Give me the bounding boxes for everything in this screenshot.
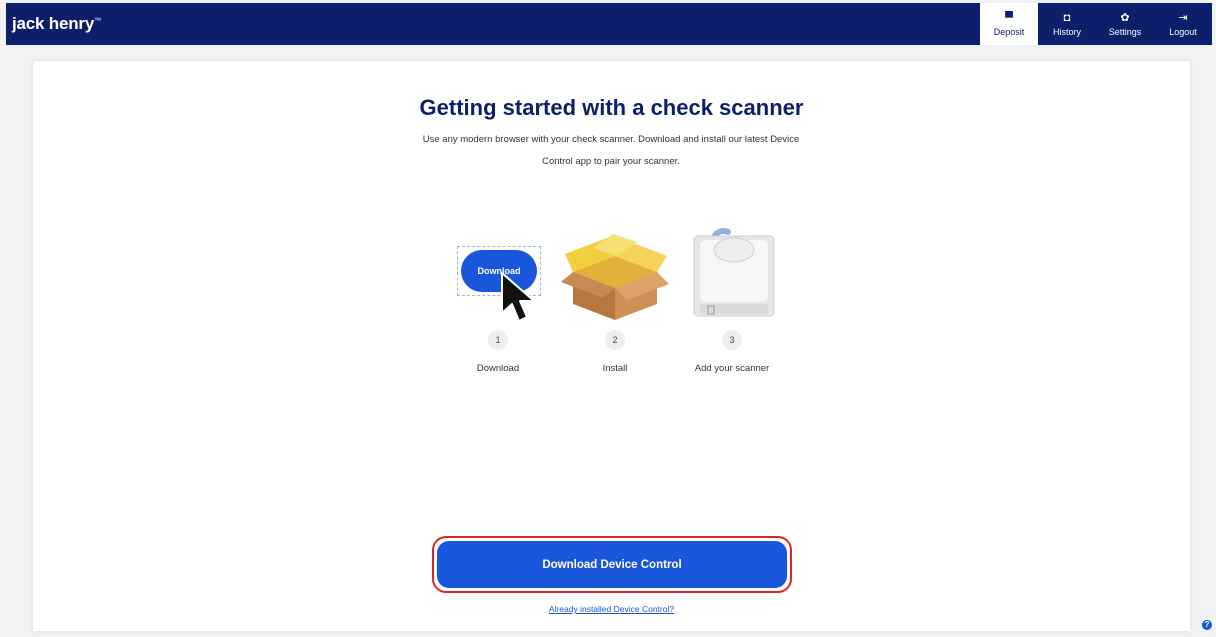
- step-label: Install: [602, 363, 628, 374]
- subtitle-line: Control app to pair your scanner.: [542, 156, 680, 167]
- brand-name: jack henry: [12, 14, 95, 33]
- trademark-mark: ™: [94, 17, 101, 25]
- nav-item-logout[interactable]: ⇥ Logout: [1154, 3, 1212, 45]
- mouse-cursor-icon: [501, 272, 535, 322]
- page-title: Getting started with a check scanner: [419, 95, 804, 120]
- step-label: Download: [476, 363, 520, 374]
- already-installed-link[interactable]: Already installed Device Control?: [549, 604, 674, 614]
- download-illustration: Download: [438, 226, 558, 322]
- cta-highlight: Download Device Control: [432, 536, 792, 593]
- top-navbar: jack henry™ ▀ Deposit ◘ History ✿ Settin…: [6, 3, 1212, 45]
- nav-item-history[interactable]: ◘ History: [1038, 3, 1096, 45]
- scanner-icon: ▀: [1005, 11, 1013, 24]
- history-icon: ◘: [1063, 11, 1071, 24]
- page-subtitle: Use any modern browser with your check s…: [391, 129, 831, 173]
- nav-menu: ▀ Deposit ◘ History ✿ Settings ⇥ Logout: [980, 3, 1212, 45]
- already-installed-row: Already installed Device Control?: [33, 599, 1190, 617]
- scanner-illustration: [672, 226, 792, 322]
- package-box-icon: [561, 234, 669, 320]
- nav-item-label: Deposit: [993, 26, 1025, 37]
- download-device-control-button[interactable]: Download Device Control: [437, 541, 787, 588]
- step-add-scanner: 3 Add your scanner: [672, 226, 792, 374]
- step-install: 2 Install: [555, 226, 675, 374]
- nav-item-label: History: [1052, 26, 1081, 37]
- logout-icon: ⇥: [1178, 11, 1188, 24]
- nav-item-label: Logout: [1169, 26, 1197, 37]
- main-card: Getting started with a check scanner Use…: [33, 61, 1190, 631]
- nav-item-settings[interactable]: ✿ Settings: [1096, 3, 1154, 45]
- brand-logo: jack henry™: [12, 14, 101, 34]
- help-icon[interactable]: ?: [1202, 620, 1212, 630]
- nav-item-deposit[interactable]: ▀ Deposit: [980, 3, 1038, 45]
- gear-icon: ✿: [1120, 11, 1130, 24]
- step-label: Add your scanner: [694, 363, 770, 374]
- step-number: 1: [488, 330, 508, 350]
- subtitle-line: Use any modern browser with your check s…: [422, 134, 800, 145]
- install-illustration: [555, 226, 675, 322]
- step-number: 2: [605, 330, 625, 350]
- step-number: 3: [722, 330, 742, 350]
- check-scanner-icon: [693, 228, 775, 317]
- step-download: Download 1 Download: [438, 226, 558, 374]
- nav-item-label: Settings: [1108, 26, 1142, 37]
